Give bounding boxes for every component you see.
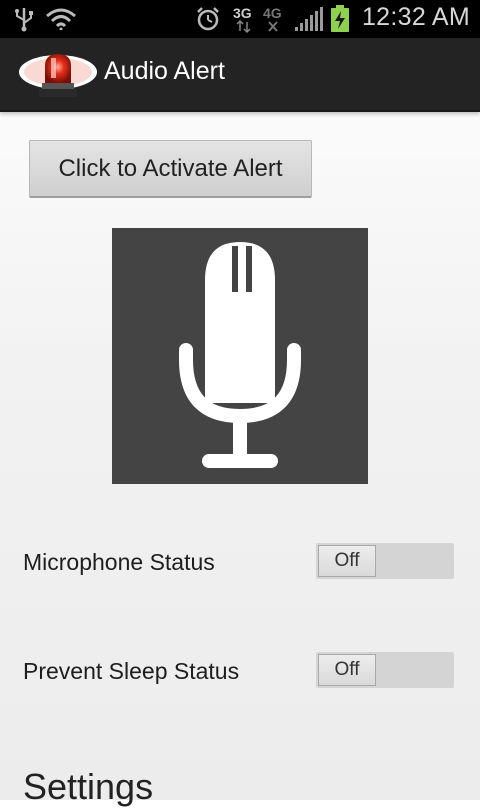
usb-icon <box>12 6 36 36</box>
status-time: 12:32 AM <box>361 3 470 31</box>
prevent-sleep-status-toggle[interactable]: Off <box>316 652 454 688</box>
microphone-status-toggle[interactable]: Off <box>316 543 454 579</box>
svg-text:4G: 4G <box>263 5 282 21</box>
microphone-icon <box>112 242 368 488</box>
status-bar: 3G 4G 12:32 AM <box>0 0 480 38</box>
alarm-icon <box>195 6 221 36</box>
settings-heading: Settings <box>23 766 154 807</box>
microphone-status-label: Microphone Status <box>23 549 215 575</box>
battery-charging-icon <box>330 5 350 37</box>
microphone-image <box>112 228 368 484</box>
alarm-siren-icon[interactable] <box>18 50 98 104</box>
action-bar: Audio Alert <box>0 38 480 112</box>
app-title: Audio Alert <box>104 57 225 85</box>
network-3g-icon: 3G <box>232 4 256 38</box>
signal-icon <box>294 7 324 37</box>
network-4g-icon: 4G <box>262 4 286 38</box>
wifi-icon <box>45 8 77 34</box>
prevent-sleep-toggle-thumb: Off <box>318 654 376 686</box>
activate-alert-button[interactable]: Click to Activate Alert <box>29 140 312 198</box>
microphone-toggle-thumb: Off <box>318 545 376 577</box>
svg-text:3G: 3G <box>233 5 252 21</box>
prevent-sleep-status-label: Prevent Sleep Status <box>23 658 240 684</box>
